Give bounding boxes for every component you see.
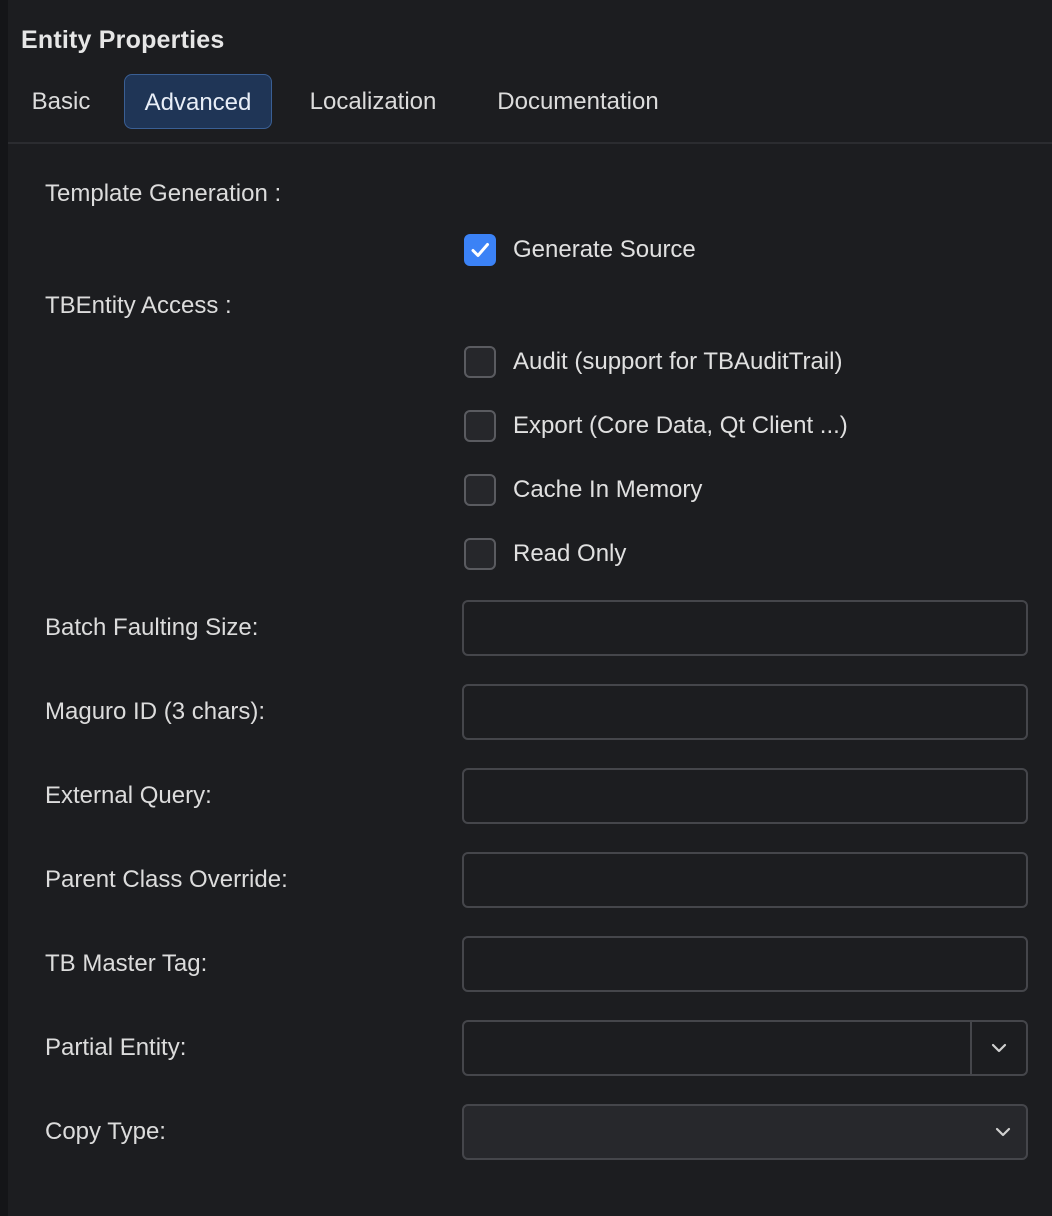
tab-advanced[interactable]: Advanced xyxy=(124,74,272,129)
template-generation-label: Template Generation : xyxy=(45,180,282,207)
batch-faulting-size-input[interactable] xyxy=(462,600,1028,656)
batch-faulting-size-label: Batch Faulting Size: xyxy=(45,614,259,641)
audit-checkbox-row[interactable]: Audit (support for TBAuditTrail) xyxy=(464,346,842,378)
partial-entity-input[interactable] xyxy=(464,1022,970,1074)
cache-in-memory-checkbox-row[interactable]: Cache In Memory xyxy=(464,474,702,506)
panel-title: Entity Properties xyxy=(21,26,225,54)
tb-master-tag-input[interactable] xyxy=(462,936,1028,992)
external-query-label: External Query: xyxy=(45,782,212,809)
read-only-label: Read Only xyxy=(513,540,627,567)
export-label: Export (Core Data, Qt Client ...) xyxy=(513,412,848,439)
tab-basic[interactable]: Basic xyxy=(22,74,100,129)
copy-type-label: Copy Type: xyxy=(45,1118,166,1145)
audit-label: Audit (support for TBAuditTrail) xyxy=(513,348,843,375)
entity-properties-panel: Entity Properties Basic Advanced Localiz… xyxy=(0,0,1052,1216)
checkmark-icon xyxy=(471,243,489,257)
read-only-checkbox[interactable] xyxy=(464,538,496,570)
generate-source-label: Generate Source xyxy=(513,236,696,263)
generate-source-checkbox[interactable] xyxy=(464,234,496,266)
partial-entity-label: Partial Entity: xyxy=(45,1034,187,1061)
cache-in-memory-checkbox[interactable] xyxy=(464,474,496,506)
tb-master-tag-label: TB Master Tag: xyxy=(45,950,208,977)
chevron-down-icon xyxy=(995,1127,1011,1137)
partial-entity-combobox[interactable] xyxy=(462,1020,1028,1076)
audit-checkbox[interactable] xyxy=(464,346,496,378)
chevron-down-icon xyxy=(991,1043,1007,1053)
parent-class-override-input[interactable] xyxy=(462,852,1028,908)
cache-in-memory-label: Cache In Memory xyxy=(513,476,703,503)
parent-class-override-label: Parent Class Override: xyxy=(45,866,288,893)
tab-documentation[interactable]: Documentation xyxy=(482,74,674,129)
partial-entity-dropdown-button[interactable] xyxy=(970,1022,1026,1074)
tbentity-access-label: TBEntity Access : xyxy=(45,292,232,319)
export-checkbox-row[interactable]: Export (Core Data, Qt Client ...) xyxy=(464,410,848,442)
panel-left-border xyxy=(0,0,8,1216)
generate-source-checkbox-row[interactable]: Generate Source xyxy=(464,234,696,266)
tab-bar-divider xyxy=(8,142,1052,144)
maguro-id-input[interactable] xyxy=(462,684,1028,740)
tab-localization[interactable]: Localization xyxy=(296,74,450,129)
copy-type-select[interactable] xyxy=(462,1104,1028,1160)
export-checkbox[interactable] xyxy=(464,410,496,442)
read-only-checkbox-row[interactable]: Read Only xyxy=(464,538,626,570)
maguro-id-label: Maguro ID (3 chars): xyxy=(45,698,266,725)
external-query-input[interactable] xyxy=(462,768,1028,824)
